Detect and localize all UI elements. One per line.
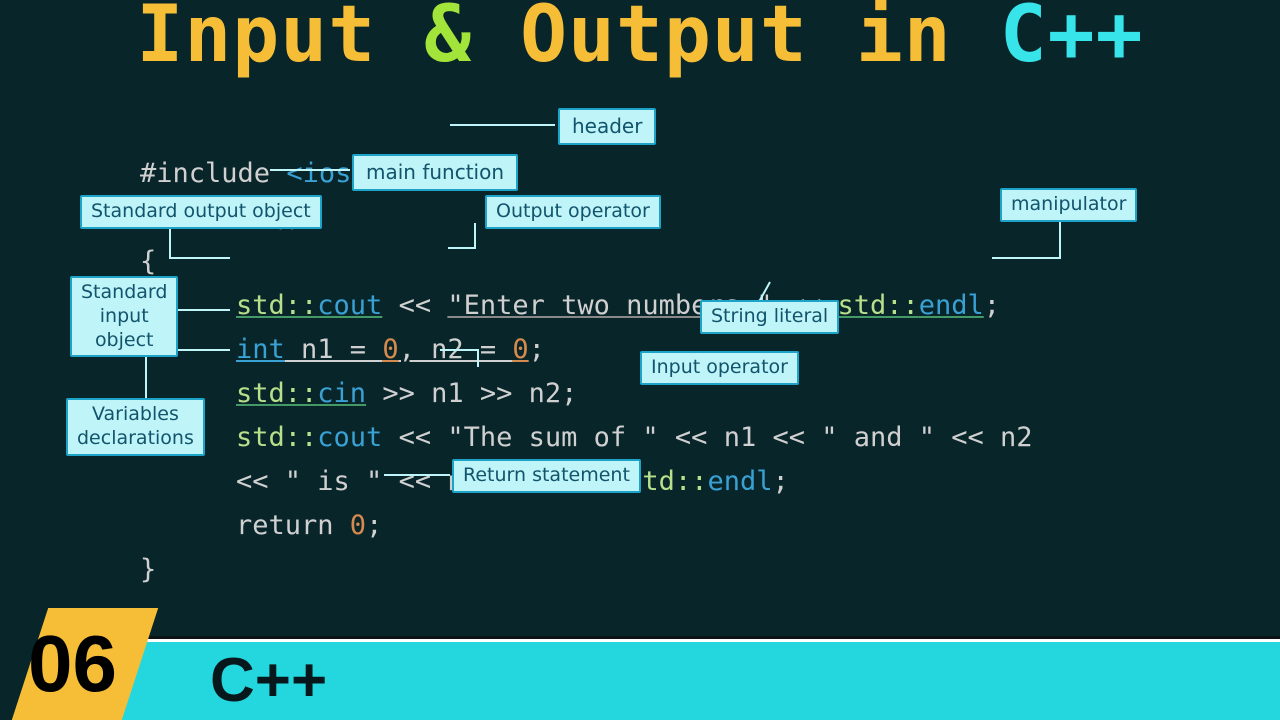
callout-header: header: [558, 108, 656, 145]
footer-label: C++: [210, 645, 327, 716]
title-word-input: Input: [136, 0, 424, 80]
endl-token: endl: [919, 290, 984, 321]
title-word-output: Output: [520, 0, 856, 80]
brace-close: }: [140, 554, 156, 585]
title-word-amp: &: [424, 0, 520, 80]
std-token: std::: [236, 290, 317, 321]
title-word-in: in: [856, 0, 1000, 80]
brace-open: {: [140, 246, 156, 277]
code-block: #include <iostream> int main() { std::co…: [140, 108, 1033, 636]
callout-string-literal: String literal: [700, 300, 839, 334]
callout-output-operator: Output operator: [485, 195, 661, 229]
slide-number: 06: [28, 618, 117, 710]
callout-stdout: Standard output object: [80, 195, 322, 229]
callout-return: Return statement: [452, 459, 641, 493]
callout-var-decl: Variables declarations: [66, 398, 205, 456]
callout-stdin: Standard input object: [70, 276, 178, 357]
footer-bar: 06 C++: [0, 600, 1280, 720]
callout-input-operator: Input operator: [640, 351, 799, 385]
callout-manipulator: manipulator: [1000, 188, 1137, 222]
title-word-cpp: C++: [1000, 0, 1144, 80]
preproc-token: #include: [140, 158, 286, 189]
slide-title: Input & Output in C++: [0, 0, 1280, 80]
cin-token: cin: [317, 378, 366, 409]
cout-token: cout: [317, 290, 382, 321]
callout-main-function: main function: [352, 154, 518, 191]
